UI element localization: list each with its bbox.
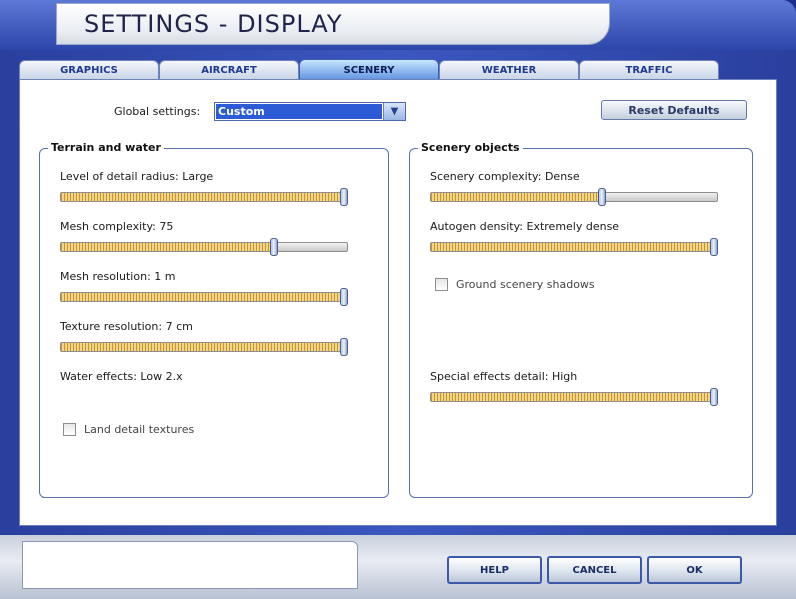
global-settings-dropdown[interactable]: Custom ▼ — [214, 102, 406, 121]
water-effects-label: Water effects: Low 2.x — [60, 370, 183, 383]
reset-defaults-button[interactable]: Reset Defaults — [601, 100, 747, 120]
slider-track — [430, 392, 718, 402]
special-effects-slider[interactable] — [430, 388, 718, 406]
slider-track — [60, 342, 348, 352]
cancel-button[interactable]: CANCEL — [547, 556, 642, 584]
tab-graphics[interactable]: GRAPHICS — [19, 60, 159, 80]
scenery-group-title: Scenery objects — [418, 141, 523, 154]
slider-thumb[interactable] — [598, 188, 606, 206]
slider-thumb[interactable] — [710, 388, 718, 406]
slider-fill — [431, 393, 715, 401]
ground-shadows-checkbox[interactable] — [435, 278, 448, 291]
level-of-detail-slider[interactable] — [60, 188, 348, 206]
terrain-group-title: Terrain and water — [48, 141, 164, 154]
help-button[interactable]: HELP — [447, 556, 542, 584]
tab-aircraft[interactable]: AIRCRAFT — [159, 60, 299, 80]
level-of-detail-label: Level of detail radius: Large — [60, 170, 214, 183]
slider-thumb[interactable] — [710, 238, 718, 256]
slider-fill — [61, 193, 345, 201]
texture-resolution-label: Texture resolution: 7 cm — [60, 320, 193, 333]
slider-track — [430, 242, 718, 252]
info-panel — [22, 541, 358, 589]
tab-scenery[interactable]: SCENERY — [299, 59, 439, 81]
scenery-complexity-slider[interactable] — [430, 188, 718, 206]
ground-shadows-label: Ground scenery shadows — [456, 278, 595, 291]
slider-track — [60, 242, 348, 252]
slider-thumb[interactable] — [340, 338, 348, 356]
global-settings-label: Global settings: — [114, 105, 201, 118]
autogen-density-label: Autogen density: Extremely dense — [430, 220, 620, 233]
mesh-complexity-label: Mesh complexity: 75 — [60, 220, 174, 233]
slider-fill — [61, 243, 275, 251]
mesh-resolution-slider[interactable] — [60, 288, 348, 306]
mesh-complexity-slider[interactable] — [60, 238, 348, 256]
tab-weather[interactable]: WEATHER — [439, 60, 579, 80]
slider-track — [430, 192, 718, 202]
slider-track — [60, 192, 348, 202]
slider-track — [60, 292, 348, 302]
scenery-complexity-label: Scenery complexity: Dense — [430, 170, 580, 183]
special-effects-label: Special effects detail: High — [430, 370, 578, 383]
slider-fill — [61, 293, 345, 301]
ok-button[interactable]: OK — [647, 556, 742, 584]
mesh-resolution-label: Mesh resolution: 1 m — [60, 270, 176, 283]
land-detail-checkbox[interactable] — [63, 423, 76, 436]
land-detail-label: Land detail textures — [84, 423, 195, 436]
chevron-down-icon[interactable]: ▼ — [383, 103, 405, 120]
slider-fill — [61, 343, 345, 351]
window-title: SETTINGS - DISPLAY — [84, 10, 343, 38]
slider-thumb[interactable] — [340, 188, 348, 206]
tab-traffic[interactable]: TRAFFIC — [579, 60, 719, 80]
slider-thumb[interactable] — [340, 288, 348, 306]
autogen-density-slider[interactable] — [430, 238, 718, 256]
global-settings-value: Custom — [216, 104, 382, 119]
slider-thumb[interactable] — [270, 238, 278, 256]
slider-fill — [431, 243, 715, 251]
slider-fill — [431, 193, 603, 201]
texture-resolution-slider[interactable] — [60, 338, 348, 356]
